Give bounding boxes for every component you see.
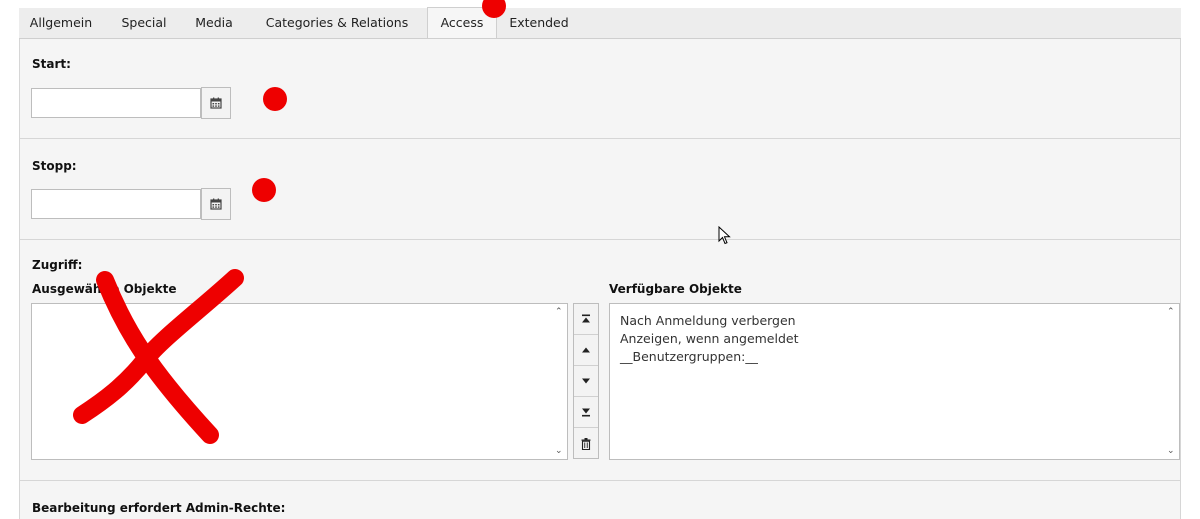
tab-media[interactable]: Media	[187, 8, 241, 38]
annotation-dot	[263, 87, 287, 111]
tab-bar: Allgemein Special Media Categories & Rel…	[19, 7, 1181, 39]
access-panel: Start: Stopp: Zugriff: Ausgewählte Objek…	[19, 39, 1181, 519]
move-bottom-icon	[582, 408, 590, 417]
mouse-cursor-icon	[718, 226, 731, 245]
scroll-down-icon[interactable]: ⌄	[555, 446, 563, 456]
selected-objects-label: Ausgewählte Objekte	[32, 282, 177, 296]
stopp-date-input[interactable]	[31, 189, 201, 219]
zugriff-label: Zugriff:	[32, 258, 83, 272]
scrollbar[interactable]: ⌃ ⌄	[1165, 304, 1179, 459]
move-down-icon	[582, 378, 590, 384]
selected-objects-list[interactable]: ⌃ ⌄	[31, 303, 568, 460]
available-objects-label: Verfügbare Objekte	[609, 282, 742, 296]
calendar-icon	[210, 198, 222, 210]
divider	[20, 138, 1180, 139]
move-top-icon	[582, 314, 590, 323]
divider	[20, 239, 1180, 240]
move-top-button[interactable]	[574, 304, 598, 335]
tab-special[interactable]: Special	[113, 8, 175, 38]
move-up-button[interactable]	[574, 335, 598, 366]
list-item[interactable]: Nach Anmeldung verbergen	[620, 312, 799, 330]
tab-extended[interactable]: Extended	[502, 8, 576, 38]
move-up-icon	[582, 347, 590, 353]
stopp-label: Stopp:	[32, 159, 77, 173]
start-date-input[interactable]	[31, 88, 201, 118]
move-down-button[interactable]	[574, 366, 598, 397]
tab-categories-relations[interactable]: Categories & Relations	[252, 8, 422, 38]
start-calendar-button[interactable]	[201, 87, 231, 119]
list-item[interactable]: __Benutzergruppen:__	[620, 348, 799, 366]
move-bottom-button[interactable]	[574, 397, 598, 428]
delete-button[interactable]	[574, 428, 598, 459]
calendar-icon	[210, 97, 222, 109]
admin-rights-label: Bearbeitung erfordert Admin-Rechte:	[32, 501, 286, 515]
move-controls	[573, 303, 599, 459]
scroll-up-icon[interactable]: ⌃	[555, 307, 563, 317]
scroll-up-icon[interactable]: ⌃	[1167, 307, 1175, 317]
scroll-down-icon[interactable]: ⌄	[1167, 446, 1175, 456]
trash-icon	[581, 437, 591, 450]
stopp-calendar-button[interactable]	[201, 188, 231, 220]
list-item[interactable]: Anzeigen, wenn angemeldet	[620, 330, 799, 348]
start-label: Start:	[32, 57, 71, 71]
tab-allgemein[interactable]: Allgemein	[19, 8, 103, 38]
available-objects-list[interactable]: Nach Anmeldung verbergen Anzeigen, wenn …	[609, 303, 1180, 460]
divider	[20, 480, 1180, 481]
annotation-dot	[252, 178, 276, 202]
scrollbar[interactable]: ⌃ ⌄	[553, 304, 567, 459]
